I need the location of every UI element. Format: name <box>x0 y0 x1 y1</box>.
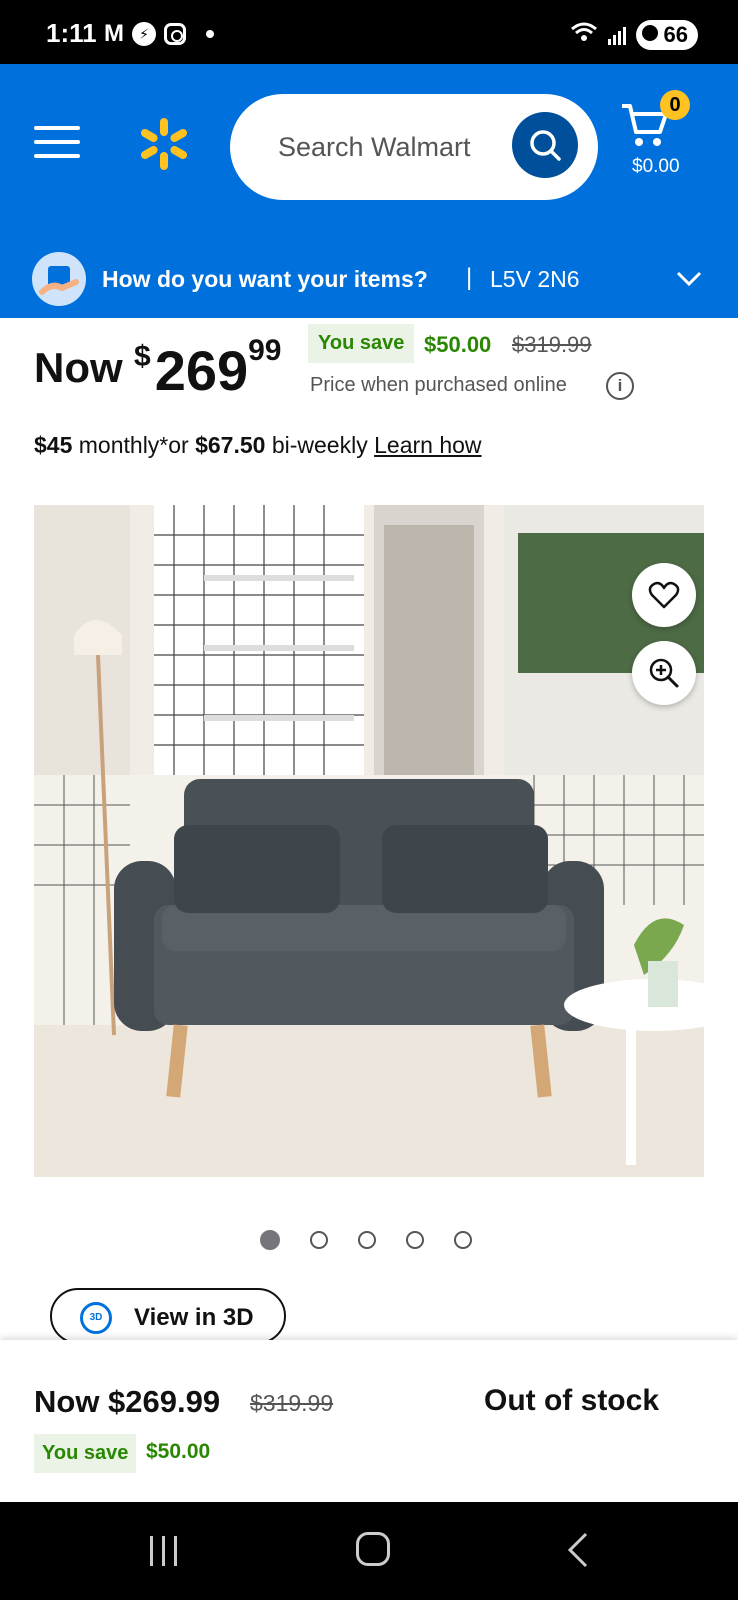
carousel-dot[interactable] <box>260 1230 280 1250</box>
status-bar: 1:11 M ⚡ 66 <box>0 0 738 64</box>
delivery-icon <box>32 252 86 306</box>
heart-icon <box>648 581 680 609</box>
sticky-you-save-badge: You save <box>34 1434 137 1473</box>
monthly-amount: $45 <box>34 432 73 458</box>
messenger-icon: ⚡ <box>132 22 156 46</box>
product-image[interactable] <box>34 505 704 1177</box>
carousel-dot[interactable] <box>454 1231 472 1249</box>
delivery-prompt: How do you want your items? <box>102 266 428 292</box>
3d-icon: 3D <box>80 1302 112 1334</box>
carousel-dot[interactable] <box>406 1231 424 1249</box>
learn-how-link[interactable]: Learn how <box>374 432 481 458</box>
back-button[interactable] <box>566 1532 590 1568</box>
financing-text: $45 monthly*or $67.50 bi-weekly Learn ho… <box>34 432 482 459</box>
walmart-spark-logo[interactable] <box>136 116 192 172</box>
carousel-dots <box>260 1230 472 1250</box>
info-icon[interactable]: i <box>606 372 634 400</box>
carousel-dot[interactable] <box>358 1231 376 1249</box>
zoom-button[interactable] <box>632 641 696 705</box>
current-price: $26999 <box>134 334 282 403</box>
battery-indicator: 66 <box>635 20 698 50</box>
price-cents: 99 <box>248 334 282 368</box>
view-in-3d-button[interactable]: 3D View in 3D <box>50 1288 286 1344</box>
currency-symbol: $ <box>134 340 151 373</box>
home-button[interactable] <box>356 1532 390 1566</box>
delivery-separator: | <box>466 264 473 291</box>
gmail-icon: M <box>104 20 124 47</box>
recent-apps-button[interactable] <box>150 1536 177 1566</box>
sofa-photo <box>34 505 704 1177</box>
system-icons: 66 <box>570 20 698 50</box>
notification-icons: M ⚡ <box>104 20 214 48</box>
was-price: $319.99 <box>512 332 592 357</box>
system-nav-bar <box>0 1502 738 1600</box>
biweekly-text: bi-weekly <box>265 432 375 458</box>
you-save-badge: You save <box>308 324 415 363</box>
biweekly-amount: $67.50 <box>195 432 266 458</box>
menu-icon[interactable] <box>34 126 80 162</box>
search-icon <box>530 130 561 161</box>
cart-count-badge: 0 <box>660 90 690 120</box>
view-in-3d-label: View in 3D <box>134 1304 254 1331</box>
sticky-current-price: Now $269.99 <box>34 1384 221 1419</box>
favorite-button[interactable] <box>632 563 696 627</box>
instagram-icon <box>164 23 186 45</box>
search-input[interactable]: Search Walmart <box>230 94 598 200</box>
carousel-dot[interactable] <box>310 1231 328 1249</box>
header: Search Walmart 0 $0.00 <box>0 64 738 252</box>
cart-button[interactable]: 0 $0.00 <box>620 90 700 180</box>
chevron-down-icon <box>676 271 702 287</box>
status-time: 1:11 <box>46 18 97 48</box>
price-now-label: Now <box>34 344 123 391</box>
cart-total: $0.00 <box>632 156 680 177</box>
sticky-save-amount: $50.00 <box>146 1440 211 1463</box>
save-amount: $50.00 <box>424 332 492 357</box>
price-dollars: 269 <box>154 339 249 402</box>
monthly-text: monthly*or <box>72 432 196 458</box>
zoom-in-icon <box>649 658 679 688</box>
search-placeholder: Search Walmart <box>278 132 471 162</box>
more-notifications-icon <box>206 30 214 38</box>
sticky-was-price: $319.99 <box>250 1390 334 1416</box>
price-note: Price when purchased online <box>310 374 567 396</box>
search-button[interactable] <box>512 112 578 178</box>
delivery-selector[interactable]: How do you want your items? | L5V 2N6 <box>0 252 738 318</box>
sticky-price-footer: Now $269.99 $319.99 You save $50.00 Out … <box>0 1340 738 1502</box>
signal-icon <box>607 25 626 45</box>
stock-status: Out of stock <box>484 1384 660 1417</box>
postal-code: L5V 2N6 <box>490 266 580 292</box>
wifi-icon <box>570 21 598 49</box>
